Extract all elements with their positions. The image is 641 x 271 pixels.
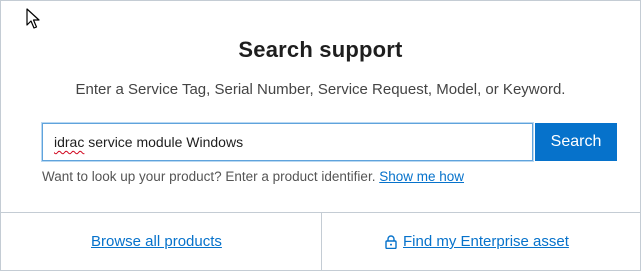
show-me-how-link[interactable]: Show me how (379, 169, 464, 184)
search-support-card: Search support Enter a Service Tag, Seri… (0, 0, 641, 271)
helper-text: Want to look up your product? Enter a pr… (42, 169, 376, 184)
misspelled-word: idrac (54, 134, 85, 150)
helper-text-row: Want to look up your product? Enter a pr… (42, 169, 464, 184)
search-instructions: Enter a Service Tag, Serial Number, Serv… (75, 81, 566, 98)
search-input[interactable]: idrac service module Windows (42, 123, 533, 161)
vertical-divider (321, 213, 322, 271)
find-enterprise-asset-link[interactable]: Find my Enterprise asset (385, 233, 569, 250)
input-value-rest: service module Windows (84, 134, 244, 150)
page-title: Search support (238, 37, 403, 62)
find-enterprise-asset-label: Find my Enterprise asset (403, 233, 569, 250)
search-button[interactable]: Search (535, 123, 617, 161)
lock-icon (385, 234, 397, 249)
browse-all-products-link[interactable]: Browse all products (91, 233, 222, 250)
mouse-pointer-icon (26, 8, 40, 29)
